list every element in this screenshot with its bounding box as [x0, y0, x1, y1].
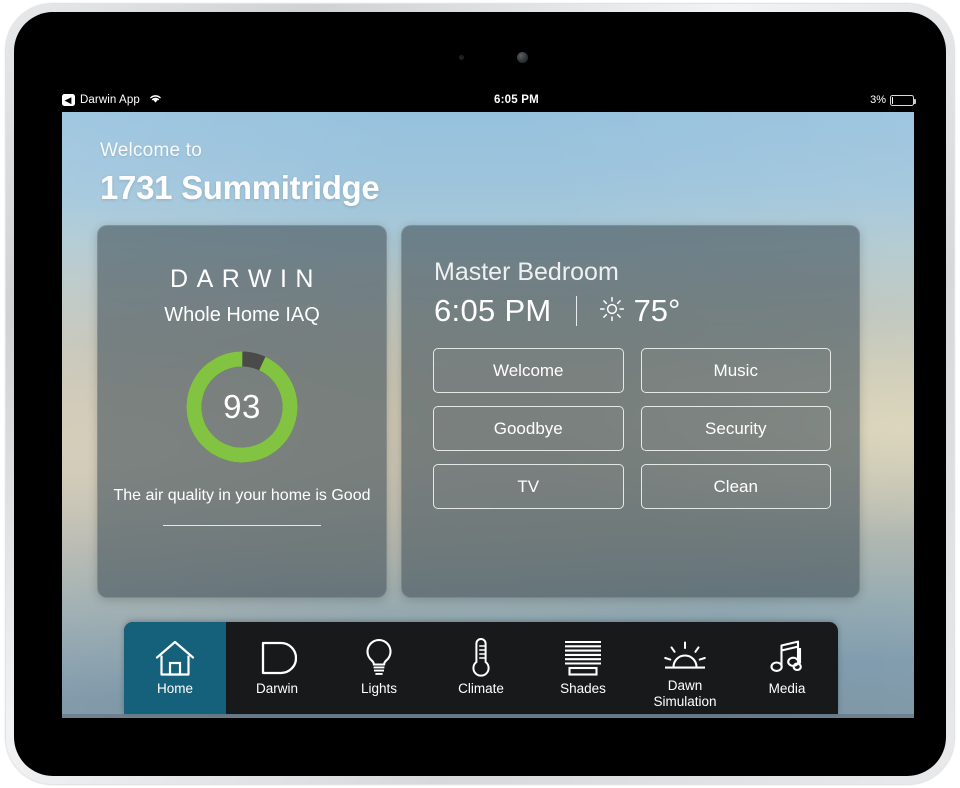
darwin-d-icon [257, 636, 297, 680]
scene-music[interactable]: Music [640, 348, 831, 393]
scene-tv[interactable]: TV [433, 464, 624, 509]
tablet-bezel: ◀ Darwin App 6:05 PM 3% Welcome to 1731 … [14, 12, 946, 776]
music-notes-icon [767, 636, 807, 680]
nav-dawn-simulation[interactable]: Dawn Simulation [634, 622, 736, 714]
battery-fill [892, 96, 893, 104]
nav-item-label: Home [156, 681, 193, 696]
battery-icon [890, 94, 916, 106]
ambient-light-sensor-icon [459, 55, 464, 60]
darwin-subtitle-label: Whole Home IAQ [164, 304, 320, 326]
nav-item-label: Media [768, 681, 806, 696]
nav-item-label: Dawn Simulation [653, 678, 717, 709]
scene-button-label: TV [517, 476, 540, 496]
wifi-icon [148, 93, 163, 107]
screen-bottom-edge [62, 714, 914, 718]
status-bar-right: 3% [870, 94, 916, 106]
scene-button-label: Security [705, 418, 767, 438]
lightbulb-icon [363, 636, 395, 680]
nav-item-label: Darwin [255, 681, 298, 696]
scene-button-label: Music [713, 360, 758, 380]
nav-darwin[interactable]: Darwin [226, 622, 328, 714]
home-name-title: 1731 Summitridge [100, 169, 380, 206]
scene-security[interactable]: Security [640, 406, 831, 451]
scene-button-label: Goodbye [493, 418, 563, 438]
nav-item-label: Climate [458, 681, 504, 696]
sun-icon [599, 296, 625, 327]
darwin-iaq-card[interactable]: DARWIN Whole Home IAQ 93 The air quality… [97, 225, 387, 598]
battery-percent-label: 3% [870, 94, 886, 106]
scene-clean[interactable]: Clean [640, 464, 831, 509]
nav-shades[interactable]: Shades [532, 622, 634, 714]
iaq-gauge: 93 [183, 348, 301, 466]
home-icon [154, 636, 196, 680]
room-time-label: 6:05 PM [434, 293, 552, 328]
nav-media[interactable]: Media [736, 622, 838, 714]
app-screen: Welcome to 1731 Summitridge DARWIN Whole… [62, 112, 914, 718]
nav-item-label: Lights [360, 681, 398, 696]
tablet-device-frame: ◀ Darwin App 6:05 PM 3% Welcome to 1731 … [6, 4, 954, 784]
welcome-greeting: Welcome to [100, 140, 202, 161]
scene-goodbye[interactable]: Goodbye [433, 406, 624, 451]
scene-welcome[interactable]: Welcome [433, 348, 624, 393]
nav-home[interactable]: Home [124, 622, 226, 714]
welcome-header: Welcome to 1731 Summitridge [100, 140, 380, 207]
room-meta-row: 6:05 PM 75° [434, 293, 859, 329]
scene-button-label: Clean [713, 476, 758, 496]
iaq-divider [163, 525, 321, 527]
scene-button-label: Welcome [492, 360, 564, 380]
front-camera-icon [517, 52, 528, 63]
scene-button-grid: Welcome Music Goodbye Security TV Clean [433, 348, 831, 509]
bottom-navigation-bar: Home Darwin Lights Climate Shades Dawn Simula… [124, 622, 838, 714]
nav-item-label: Shades [560, 681, 606, 696]
back-app-label[interactable]: Darwin App [80, 94, 140, 106]
darwin-brand-label: DARWIN [170, 265, 322, 293]
iaq-gauge-wrapper: 93 [98, 348, 386, 466]
back-chevron-icon[interactable]: ◀ [62, 94, 75, 106]
status-bar-left: ◀ Darwin App [62, 93, 163, 107]
room-temperature-label: 75° [633, 293, 681, 328]
room-card: Master Bedroom 6:05 PM 75° Welcome Music… [401, 225, 860, 598]
status-bar-clock: 6:05 PM [494, 94, 539, 106]
status-bar: ◀ Darwin App 6:05 PM 3% [62, 90, 916, 110]
nav-lights[interactable]: Lights [328, 622, 430, 714]
room-meta-separator [575, 296, 577, 326]
blinds-icon [563, 636, 603, 680]
iaq-score-value: 93 [223, 388, 261, 425]
nav-climate[interactable]: Climate [430, 622, 532, 714]
sunrise-icon [663, 636, 707, 680]
room-weather-group: 75° [599, 293, 681, 329]
thermometer-icon [469, 636, 493, 680]
iaq-status-message: The air quality in your home is Good [113, 487, 371, 504]
room-name-label: Master Bedroom [434, 258, 619, 286]
